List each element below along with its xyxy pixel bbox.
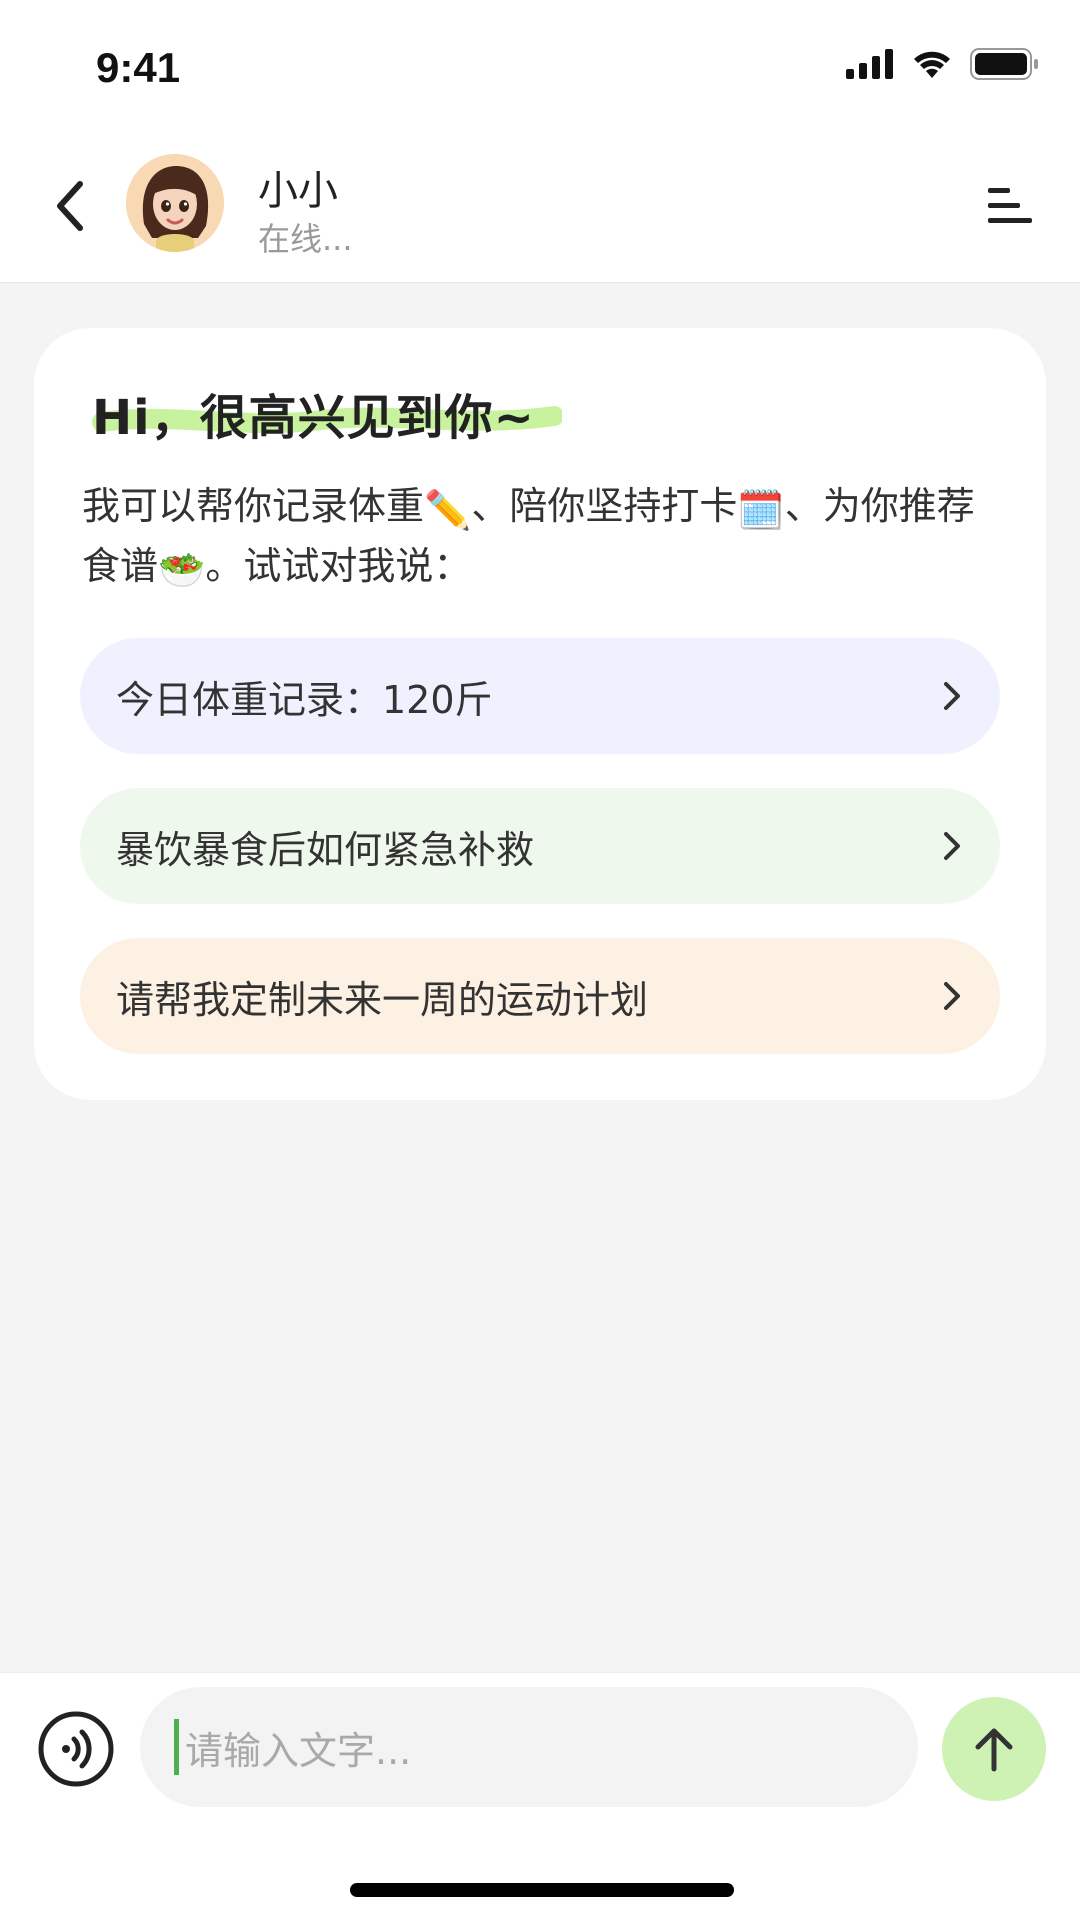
suggestion-label: 暴饮暴食后如何紧急补救 [116,827,535,872]
home-indicator [350,1883,734,1897]
back-button[interactable] [44,176,96,236]
intro-part-4: 。试试对我说： [205,544,472,588]
send-button[interactable] [942,1697,1046,1801]
chevron-right-icon [944,982,960,1010]
intro-part-1: 我可以帮你记录体重 [82,484,425,528]
suggestion-weight-record[interactable]: 今日体重记录：120斤 [80,638,1000,754]
wifi-icon [914,51,950,78]
status-icons [846,48,1040,80]
suggestion-workout-plan[interactable]: 请帮我定制未来一周的运动计划 [80,938,1000,1054]
signal-icon [846,49,893,79]
chat-header: 小小 在线... [0,130,1080,283]
chevron-right-icon [944,682,960,710]
greeting-block: Hi，很高兴见到你~ [92,378,562,448]
salad-icon: 🥗 [158,548,206,592]
voice-icon [38,1711,114,1787]
intro-part-2: 、陪你坚持打卡 [471,484,738,528]
input-placeholder: 请输入文字... [185,1728,412,1773]
battery-icon [970,48,1038,80]
welcome-card: Hi，很高兴见到你~ 我可以帮你记录体重✏️、陪你坚持打卡🗓️、为你推荐食谱🥗。… [34,328,1046,1100]
message-input[interactable]: 请输入文字... [140,1687,918,1807]
contact-name: 小小 [258,168,338,214]
arrow-up-icon [975,1728,1013,1772]
status-time: 9:41 [96,44,181,91]
status-bar: 9:41 [0,0,1080,130]
text-caret [174,1719,179,1775]
chevron-right-icon [944,832,960,860]
voice-button[interactable] [38,1711,114,1787]
chevron-left-icon [57,181,83,231]
avatar[interactable] [126,154,224,252]
avatar-image [126,154,224,252]
suggestion-label: 请帮我定制未来一周的运动计划 [116,977,649,1022]
pencil-icon: ✏️ [424,488,472,532]
greeting-text: Hi，很高兴见到你~ [92,390,535,446]
suggestion-binge-remedy[interactable]: 暴饮暴食后如何紧急补救 [80,788,1000,904]
input-bar: 请输入文字... [0,1672,1080,1921]
menu-icon [988,188,1032,223]
suggestion-label: 今日体重记录：120斤 [116,677,493,722]
contact-status: 在线... [258,220,353,258]
calendar-icon: 🗓️ [737,488,785,532]
intro-text: 我可以帮你记录体重✏️、陪你坚持打卡🗓️、为你推荐食谱🥗。试试对我说： [82,478,1002,598]
menu-button[interactable] [982,180,1038,232]
